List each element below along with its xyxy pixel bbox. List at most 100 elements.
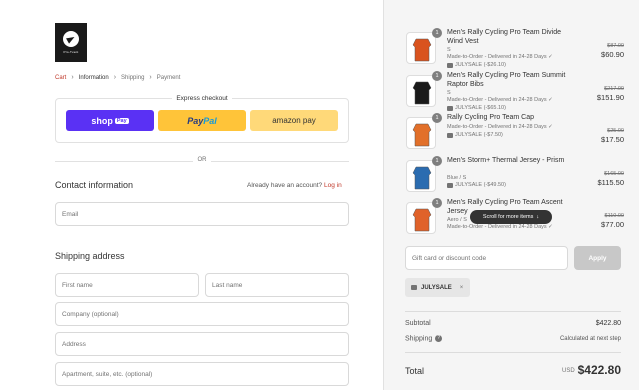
first-name-field[interactable]: First name [55,273,199,297]
help-icon[interactable]: ? [435,335,443,342]
shop-pay-button[interactable]: shop Pay [66,110,154,131]
scroll-hint[interactable]: Scroll for more items ↓ [470,210,552,224]
chevron-right-icon: › [71,74,74,81]
cart-item: 1 Men's Storm+ Thermal Jersey - Prism Blue… [406,156,626,198]
chevron-right-icon: › [113,74,117,81]
breadcrumb-cart[interactable]: Cart [55,75,66,81]
product-name: Men's Storm+ Thermal Jersey - Prism [447,157,565,164]
cart-item-list[interactable]: 1 Men's Rally Cycling Pro Team Divide Win… [384,0,639,240]
total-value: $422.80 [577,363,621,377]
tag-icon [447,105,453,111]
shop-pay-label: shop [91,115,113,126]
product-thumbnail [406,202,436,234]
sale-price: $17.50 [601,135,624,144]
apply-button[interactable]: Apply [574,246,621,270]
discount-chip-code: JULYSALE [421,284,452,291]
discount-chip: JULYSALE × [405,278,470,297]
paypal-label-a: Pay [187,115,204,126]
item-discount-text: JULYSALE (-$26.10) [455,62,506,68]
quantity-badge: 1 [432,198,442,208]
shipping-row: Shipping? [405,335,443,343]
paypal-button[interactable]: Pay Pal [158,110,246,131]
account-prompt: Already have an account? Log in [247,182,342,189]
or-divider: OR [55,157,349,165]
shipping-label: Shipping [405,335,433,343]
cart-item: 1 Men's Rally Cycling Pro Team Divide Win… [406,28,626,70]
tag-icon [447,62,453,68]
order-summary: 1 Men's Rally Cycling Pro Team Divide Win… [383,0,639,390]
product-name: Rally Cycling Pro Team Cap [447,114,535,121]
breadcrumb-information: Information [78,74,109,81]
breadcrumb-shipping: Shipping [121,74,145,81]
discount-code-input[interactable]: Gift card or discount code [405,246,568,270]
shipping-title: Shipping address [55,251,125,261]
product-variant: S [447,47,451,53]
product-variant: Aero / S [447,217,467,223]
product-name: Men's Rally Cycling Pro Team Summit Rapt… [447,72,566,88]
logo-mark-icon [63,31,79,47]
last-name-field[interactable]: Last name [205,273,349,297]
quantity-badge: 1 [432,71,442,81]
sale-price: $60.90 [601,50,624,59]
express-checkout: Express checkout shop Pay Pay Pal amazon … [55,95,349,143]
product-thumbnail [406,32,436,64]
sale-price: $115.50 [597,178,624,187]
delivery-note: Made-to-Order - Delivered in 24-28 Days … [447,54,553,60]
breadcrumb: Cart › Information › Shipping › Payment [55,74,180,81]
product-name: Men's Rally Cycling Pro Team Divide Wind… [447,29,562,45]
sale-price: $77.00 [601,220,624,229]
product-thumbnail [406,117,436,149]
shop-pay-tag: Pay [114,117,129,124]
delivery-note: Made-to-Order - Delivered in 24-28 Days … [447,224,553,230]
summary-divider [405,311,621,312]
amazon-pay-button[interactable]: amazon pay [250,110,338,131]
address-field[interactable]: Address [55,332,349,356]
total-divider [405,352,621,353]
checkout-main: Pro-Tvent Cart › Information › Shipping … [0,0,383,390]
subtotal-label: Subtotal [405,320,431,327]
item-discount-text: JULYSALE (-$65.10) [455,105,506,111]
subtotal-value: $422.80 [595,320,621,327]
tag-icon [447,182,453,188]
quantity-badge: 1 [432,28,442,38]
item-discount: JULYSALE (-$7.50) [447,132,503,138]
store-logo[interactable]: Pro-Tvent [55,23,87,62]
company-field[interactable]: Company (optional) [55,302,349,326]
amazon-pay-label: amazon pay [272,116,316,125]
original-price: $165.00 [604,171,624,177]
product-variant: S [447,90,451,96]
total-label: Total [405,366,425,376]
paypal-label-b: Pal [203,115,217,126]
item-discount-text: JULYSALE (-$49.50) [455,182,506,188]
shipping-value: Calculated at next step [559,336,621,342]
logo-text: Pro-Tvent [63,50,79,54]
scroll-hint-text: Scroll for more items [482,214,534,220]
delivery-note: Made-to-Order - Delivered in 24-28 Days … [447,97,553,103]
cart-item: 1 Rally Cycling Pro Team Cap Made-to-Order… [406,113,626,155]
quantity-badge: 1 [432,113,442,123]
contact-title: Contact information [55,180,134,190]
product-variant: Blue / S [447,175,467,181]
email-field[interactable]: Email [55,202,349,226]
item-discount: JULYSALE (-$65.10) [447,105,506,111]
tag-icon [447,132,453,138]
account-prompt-text: Already have an account? [247,182,323,189]
item-discount: JULYSALE (-$49.50) [447,182,506,188]
product-thumbnail [406,160,436,192]
original-price: $110.00 [604,213,624,219]
sale-price: $151.90 [596,93,624,102]
item-discount-text: JULYSALE (-$7.50) [455,132,503,138]
total-currency: USD [562,368,575,374]
cart-item: 1 Men's Rally Cycling Pro Team Summit Rap… [406,71,626,113]
login-link[interactable]: Log in [324,182,342,189]
apartment-field[interactable]: Apartment, suite, etc. (optional) [55,362,349,386]
original-price: $25.00 [607,128,624,134]
delivery-note: Made-to-Order - Delivered in 24-28 Days … [447,124,553,130]
tag-icon [411,285,417,290]
chevron-right-icon: › [149,74,152,81]
original-price: $87.00 [607,43,624,49]
express-checkout-title: Express checkout [172,95,232,102]
breadcrumb-payment: Payment [156,74,181,81]
remove-discount-icon[interactable]: × [460,285,464,291]
quantity-badge: 1 [432,156,442,166]
